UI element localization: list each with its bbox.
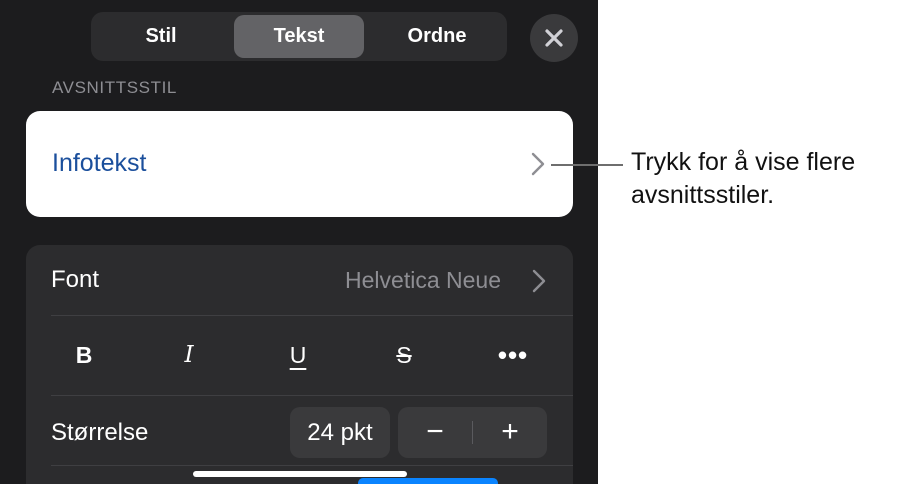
- underline-button[interactable]: U: [248, 317, 348, 393]
- paragraph-style-selector[interactable]: Infotekst: [26, 111, 573, 217]
- italic-button[interactable]: I: [139, 317, 239, 393]
- size-label: Størrelse: [51, 419, 149, 446]
- divider: [51, 395, 573, 396]
- format-tab-control: Stil Tekst Ordne: [91, 12, 507, 61]
- font-size-stepper: − +: [398, 407, 547, 458]
- partially-visible-control: [358, 478, 498, 484]
- tab-ordne[interactable]: Ordne: [370, 15, 504, 58]
- font-label: Font: [51, 266, 100, 293]
- bold-button[interactable]: B: [34, 317, 134, 393]
- font-size-field[interactable]: 24 pkt: [290, 407, 390, 458]
- home-indicator[interactable]: [193, 471, 407, 477]
- format-panel: Stil Tekst Ordne AVSNITTSSTIL Infotekst …: [0, 0, 598, 484]
- chevron-right-icon: [532, 269, 546, 293]
- font-value: Helvetica Neue: [345, 267, 501, 293]
- close-icon: [545, 29, 563, 47]
- paragraph-style-name: Infotekst: [52, 149, 147, 177]
- divider: [51, 465, 573, 466]
- callout-line: [551, 164, 623, 166]
- callout-text: Trykk for å vise flere avsnittsstiler.: [631, 148, 856, 209]
- tab-tekst[interactable]: Tekst: [234, 15, 364, 58]
- font-row[interactable]: Font Helvetica Neue: [26, 245, 573, 315]
- increase-size-button[interactable]: +: [473, 407, 547, 458]
- strikethrough-button[interactable]: S: [354, 317, 454, 393]
- text-settings-card: Font Helvetica Neue B I U S ••• Størrels…: [26, 245, 573, 484]
- tab-stil[interactable]: Stil: [94, 15, 228, 58]
- close-button[interactable]: [530, 14, 578, 62]
- decrease-size-button[interactable]: −: [398, 407, 472, 458]
- more-options-button[interactable]: •••: [463, 317, 563, 393]
- chevron-right-icon: [531, 152, 545, 176]
- divider: [51, 315, 573, 316]
- paragraph-style-section-label: AVSNITTSSTIL: [52, 78, 177, 97]
